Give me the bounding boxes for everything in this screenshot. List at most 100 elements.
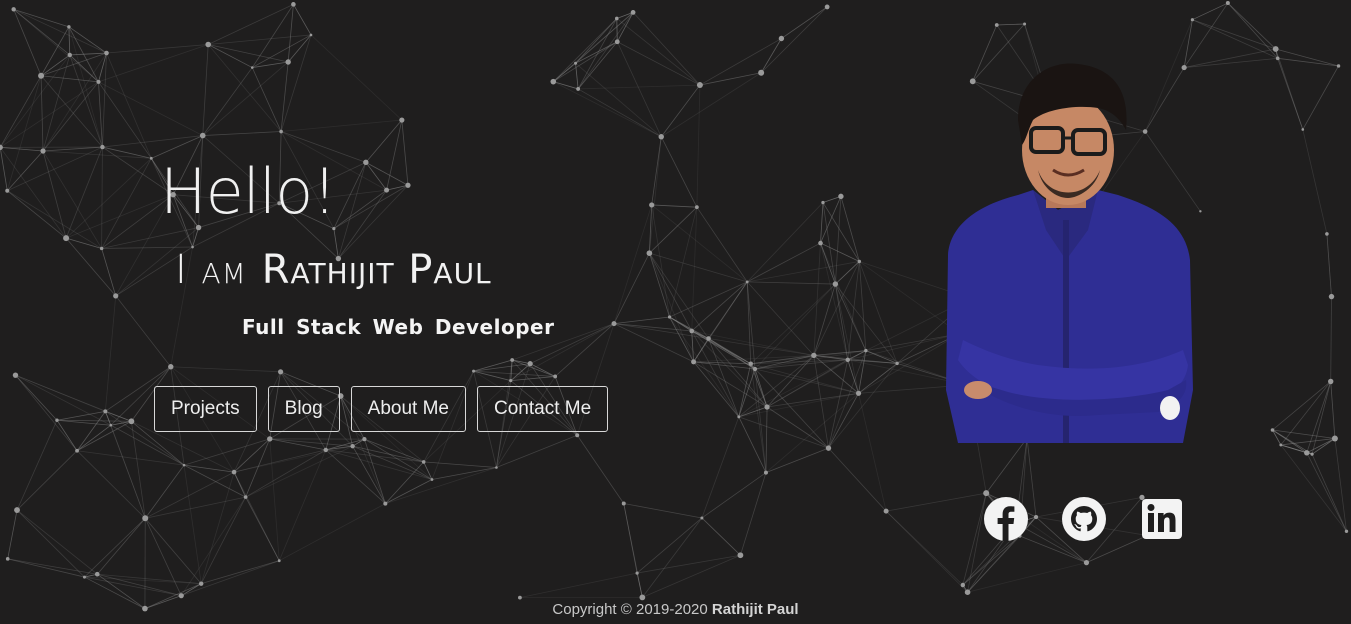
network-node	[509, 379, 513, 383]
network-line	[40, 75, 44, 151]
network-node	[178, 593, 184, 599]
role-subtitle: Full Stack Web Developer	[242, 315, 555, 339]
network-line	[765, 406, 768, 473]
network-node	[399, 117, 405, 123]
network-line	[16, 509, 85, 578]
network-line	[623, 503, 702, 519]
network-node	[383, 501, 388, 506]
network-node	[630, 9, 636, 15]
network-line	[42, 146, 103, 152]
network-line	[1326, 233, 1332, 297]
network-node	[14, 507, 20, 513]
network-node	[5, 557, 10, 561]
network-node	[1325, 232, 1329, 236]
network-line	[1184, 57, 1278, 68]
network-node	[82, 575, 86, 579]
network-node	[818, 240, 823, 246]
github-link[interactable]	[1062, 497, 1106, 541]
network-line	[69, 54, 99, 83]
network-line	[1272, 429, 1335, 439]
network-node	[825, 445, 832, 451]
network-node	[362, 437, 367, 442]
network-node	[550, 78, 557, 85]
network-line	[385, 479, 433, 504]
facebook-link[interactable]	[984, 497, 1028, 541]
network-node	[250, 66, 254, 69]
network-node	[778, 35, 785, 42]
network-line	[200, 496, 246, 584]
network-node	[384, 187, 390, 193]
network-line	[575, 12, 634, 64]
network-node	[696, 82, 703, 89]
network-line	[642, 554, 741, 598]
network-node	[737, 552, 744, 559]
network-node	[495, 466, 498, 469]
network-line	[473, 363, 531, 372]
network-line	[699, 38, 782, 86]
social-links	[984, 497, 1184, 541]
network-line	[401, 120, 409, 186]
network-node	[1272, 46, 1279, 52]
network-node	[1083, 560, 1090, 566]
about-me-button[interactable]: About Me	[350, 386, 466, 432]
network-line	[649, 206, 698, 254]
network-line	[1306, 452, 1347, 532]
network-node	[838, 193, 844, 200]
network-line	[201, 560, 280, 585]
network-line	[56, 419, 78, 451]
network-node	[199, 132, 206, 139]
network-line	[813, 261, 860, 356]
network-node	[857, 259, 862, 264]
network-line	[423, 461, 497, 468]
network-line	[386, 119, 403, 191]
blog-button[interactable]: Blog	[267, 386, 340, 432]
network-line	[708, 338, 814, 356]
network-line	[637, 554, 741, 574]
network-line	[68, 26, 107, 54]
network-line	[13, 9, 42, 76]
network-line	[1280, 381, 1332, 446]
network-node	[67, 52, 72, 58]
network-node	[1328, 293, 1335, 300]
network-line	[1302, 129, 1328, 234]
network-node	[553, 374, 558, 379]
network-line	[287, 34, 312, 63]
network-line	[84, 518, 146, 578]
contact-me-button[interactable]: Contact Me	[477, 386, 609, 432]
network-node	[94, 571, 100, 577]
network-line	[77, 450, 185, 466]
network-line	[98, 81, 203, 136]
network-line	[820, 202, 824, 244]
network-line	[613, 252, 650, 324]
projects-button[interactable]: Projects	[154, 386, 257, 432]
network-node	[691, 359, 697, 365]
network-node	[646, 250, 653, 256]
network-node	[745, 280, 749, 284]
network-node	[964, 589, 971, 595]
network-node	[621, 501, 626, 506]
network-node	[1336, 64, 1341, 68]
linkedin-link[interactable]	[1140, 497, 1184, 541]
footer-owner: Rathijit Paul	[711, 601, 799, 618]
network-node	[1270, 428, 1275, 432]
network-line	[6, 75, 42, 191]
network-node	[1344, 529, 1349, 533]
network-line	[693, 361, 740, 418]
network-node	[168, 364, 174, 370]
network-line	[245, 449, 326, 498]
network-line	[68, 26, 71, 55]
network-node	[983, 490, 990, 497]
network-line	[746, 281, 756, 370]
network-line	[651, 204, 697, 208]
network-line	[1330, 296, 1332, 382]
network-line	[42, 150, 67, 239]
network-line	[233, 471, 246, 498]
network-node	[100, 144, 105, 150]
network-line	[115, 295, 172, 367]
network-line	[104, 295, 117, 412]
network-line	[7, 558, 98, 575]
network-node	[99, 246, 104, 251]
network-line	[251, 67, 282, 132]
network-line	[245, 445, 353, 498]
network-node	[527, 361, 533, 367]
